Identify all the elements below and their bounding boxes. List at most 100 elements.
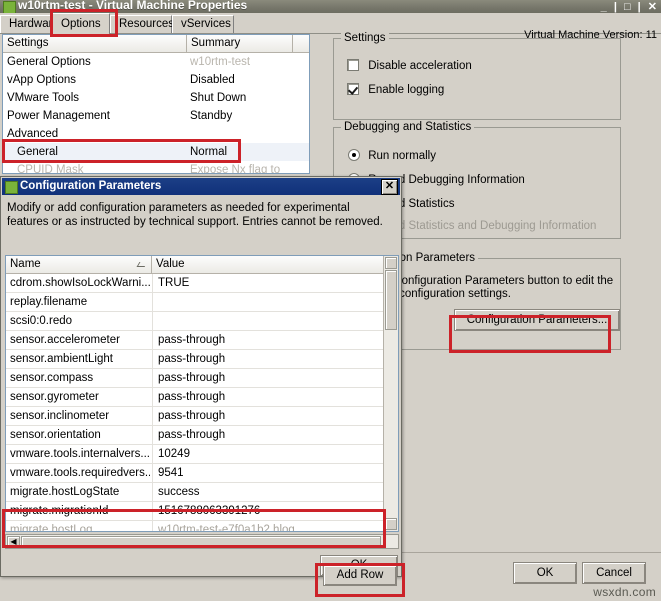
table-row[interactable]: sensor.ambientLight pass-through bbox=[6, 350, 398, 369]
table-row[interactable]: replay.filename bbox=[6, 293, 398, 312]
param-name: migrate.hostLogState bbox=[10, 486, 120, 498]
checkbox-disable-acceleration[interactable]: Disable acceleration bbox=[347, 59, 472, 73]
table-row[interactable]: vmware.tools.internalvers... 10249 bbox=[6, 445, 398, 464]
param-name: vmware.tools.internalvers... bbox=[10, 448, 150, 460]
table-row[interactable]: sensor.orientation pass-through bbox=[6, 426, 398, 445]
table-row[interactable]: scsi0:0.redo bbox=[6, 312, 398, 331]
param-value: pass-through bbox=[158, 410, 226, 422]
checkbox-icon[interactable] bbox=[347, 83, 359, 95]
grid-horizontal-scrollbar[interactable]: ◀ bbox=[5, 534, 399, 549]
settings-row-label: CPUID Mask bbox=[17, 164, 84, 174]
ok-button[interactable]: OK bbox=[513, 562, 577, 584]
column-spacer bbox=[293, 35, 309, 52]
dialog-description: Modify or add configuration parameters a… bbox=[7, 202, 383, 228]
tab-resources[interactable]: Resources bbox=[110, 15, 174, 33]
radio-icon[interactable] bbox=[348, 149, 360, 161]
param-value: w10rtm-test-e7f0a1b2.hlog bbox=[158, 524, 295, 532]
settings-row-cpuid-mask[interactable]: CPUID Mask Expose Nx flag to bbox=[3, 161, 309, 174]
checkbox-label: Disable acceleration bbox=[368, 60, 472, 72]
settings-row-summary: Shut Down bbox=[190, 92, 247, 104]
param-name: scsi0:0.redo bbox=[10, 315, 73, 327]
param-value: 1516788063391276 bbox=[158, 505, 261, 517]
column-name-label: Name bbox=[10, 258, 41, 270]
column-settings[interactable]: Settings bbox=[3, 35, 187, 52]
settings-row-vmware-tools[interactable]: VMware Tools Shut Down bbox=[3, 89, 309, 107]
hscroll-thumb[interactable] bbox=[21, 536, 381, 547]
param-name: vmware.tools.requiredvers... bbox=[10, 467, 150, 479]
radio-label: Run normally bbox=[368, 150, 436, 162]
watermark: wsxdn.com bbox=[593, 585, 656, 599]
radio-run-normally[interactable]: Run normally bbox=[348, 149, 436, 163]
settings-row-vapp-options[interactable]: vApp Options Disabled bbox=[3, 71, 309, 89]
checkbox-icon[interactable] bbox=[347, 59, 359, 71]
param-value: success bbox=[158, 486, 200, 498]
settings-row-label: VMware Tools bbox=[7, 92, 80, 104]
param-name: sensor.compass bbox=[10, 372, 94, 384]
column-summary[interactable]: Summary bbox=[187, 35, 293, 52]
grid-vertical-scrollbar[interactable] bbox=[383, 256, 398, 531]
parameters-grid-header: Name Value bbox=[6, 256, 398, 274]
param-name: sensor.accelerometer bbox=[10, 334, 120, 346]
scroll-left-arrow-icon[interactable]: ◀ bbox=[7, 536, 20, 547]
configuration-parameters-dialog: Configuration Parameters ✕ Modify or add… bbox=[0, 176, 402, 586]
param-name: sensor.gyrometer bbox=[10, 391, 99, 403]
param-name: sensor.orientation bbox=[10, 429, 101, 441]
settings-row-label: Power Management bbox=[7, 110, 110, 122]
param-name: migrate.hostLog bbox=[10, 524, 93, 532]
table-row[interactable]: sensor.inclinometer pass-through bbox=[6, 407, 398, 426]
settings-group-title: Settings bbox=[341, 32, 389, 44]
settings-row-advanced[interactable]: Advanced bbox=[3, 125, 309, 143]
table-row[interactable]: vmware.tools.requiredvers... 9541 bbox=[6, 464, 398, 483]
checkbox-enable-logging[interactable]: Enable logging bbox=[347, 83, 444, 97]
vm-icon bbox=[5, 181, 18, 194]
tab-vservices[interactable]: vServices bbox=[172, 15, 234, 33]
scroll-up-arrow-icon[interactable] bbox=[385, 257, 397, 269]
settings-row-label: vApp Options bbox=[7, 74, 77, 86]
table-row[interactable]: migrate.migrationId 1516788063391276 bbox=[6, 502, 398, 521]
settings-row-power-management[interactable]: Power Management Standby bbox=[3, 107, 309, 125]
vm-icon bbox=[3, 1, 16, 13]
scroll-down-arrow-icon[interactable] bbox=[385, 518, 397, 530]
table-row[interactable]: sensor.gyrometer pass-through bbox=[6, 388, 398, 407]
add-row-button[interactable]: Add Row bbox=[323, 565, 397, 586]
window-title: w10rtm-test - Virtual Machine Properties bbox=[18, 0, 248, 12]
table-row[interactable]: migrate.hostLog w10rtm-test-e7f0a1b2.hlo… bbox=[6, 521, 398, 532]
settings-row-general-options[interactable]: General Options w10rtm-test bbox=[3, 53, 309, 71]
settings-row-summary: Disabled bbox=[190, 74, 235, 86]
settings-row-summary: Standby bbox=[190, 110, 233, 122]
tab-options[interactable]: Options bbox=[52, 13, 110, 34]
param-value: 10249 bbox=[158, 448, 190, 460]
table-row[interactable]: cdrom.showIsoLockWarni... TRUE bbox=[6, 274, 398, 293]
param-name: cdrom.showIsoLockWarni... bbox=[10, 277, 150, 289]
param-name: migrate.migrationId bbox=[10, 505, 109, 517]
configuration-parameters-button[interactable]: Configuration Parameters... bbox=[454, 309, 620, 331]
param-value: pass-through bbox=[158, 391, 226, 403]
table-row[interactable]: sensor.compass pass-through bbox=[6, 369, 398, 388]
cancel-button[interactable]: Cancel bbox=[582, 562, 646, 584]
settings-list-header: Settings Summary bbox=[3, 35, 309, 53]
close-icon[interactable]: ✕ bbox=[381, 179, 398, 195]
column-value[interactable]: Value bbox=[152, 256, 384, 273]
param-name: replay.filename bbox=[10, 296, 88, 308]
param-value: pass-through bbox=[158, 334, 226, 346]
settings-group-box: Settings Disable acceleration Enable log… bbox=[333, 32, 621, 120]
sort-ascending-icon bbox=[136, 262, 148, 267]
debugging-group-title: Debugging and Statistics bbox=[341, 121, 475, 133]
settings-row-label: General Options bbox=[7, 56, 91, 68]
parameters-grid[interactable]: Name Value cdrom.showIsoLockWarni... TRU… bbox=[5, 255, 399, 532]
column-name[interactable]: Name bbox=[6, 256, 152, 273]
window-titlebar: w10rtm-test - Virtual Machine Properties… bbox=[0, 0, 661, 13]
settings-row-summary: Normal bbox=[190, 146, 228, 158]
checkbox-label: Enable logging bbox=[368, 84, 445, 96]
settings-row-general[interactable]: General Normal bbox=[3, 143, 309, 161]
settings-row-label: Advanced bbox=[7, 128, 59, 140]
table-row[interactable]: sensor.accelerometer pass-through bbox=[6, 331, 398, 350]
table-row[interactable]: migrate.hostLogState success bbox=[6, 483, 398, 502]
settings-row-summary: w10rtm-test bbox=[190, 56, 251, 68]
settings-list[interactable]: Settings Summary General Options w10rtm-… bbox=[2, 34, 310, 174]
param-name: sensor.inclinometer bbox=[10, 410, 110, 422]
dialog-titlebar: Configuration Parameters ✕ bbox=[2, 178, 400, 195]
scroll-thumb[interactable] bbox=[385, 270, 397, 330]
window-controls[interactable]: _ | □ | ✕ bbox=[601, 0, 659, 13]
param-value: TRUE bbox=[158, 277, 190, 289]
